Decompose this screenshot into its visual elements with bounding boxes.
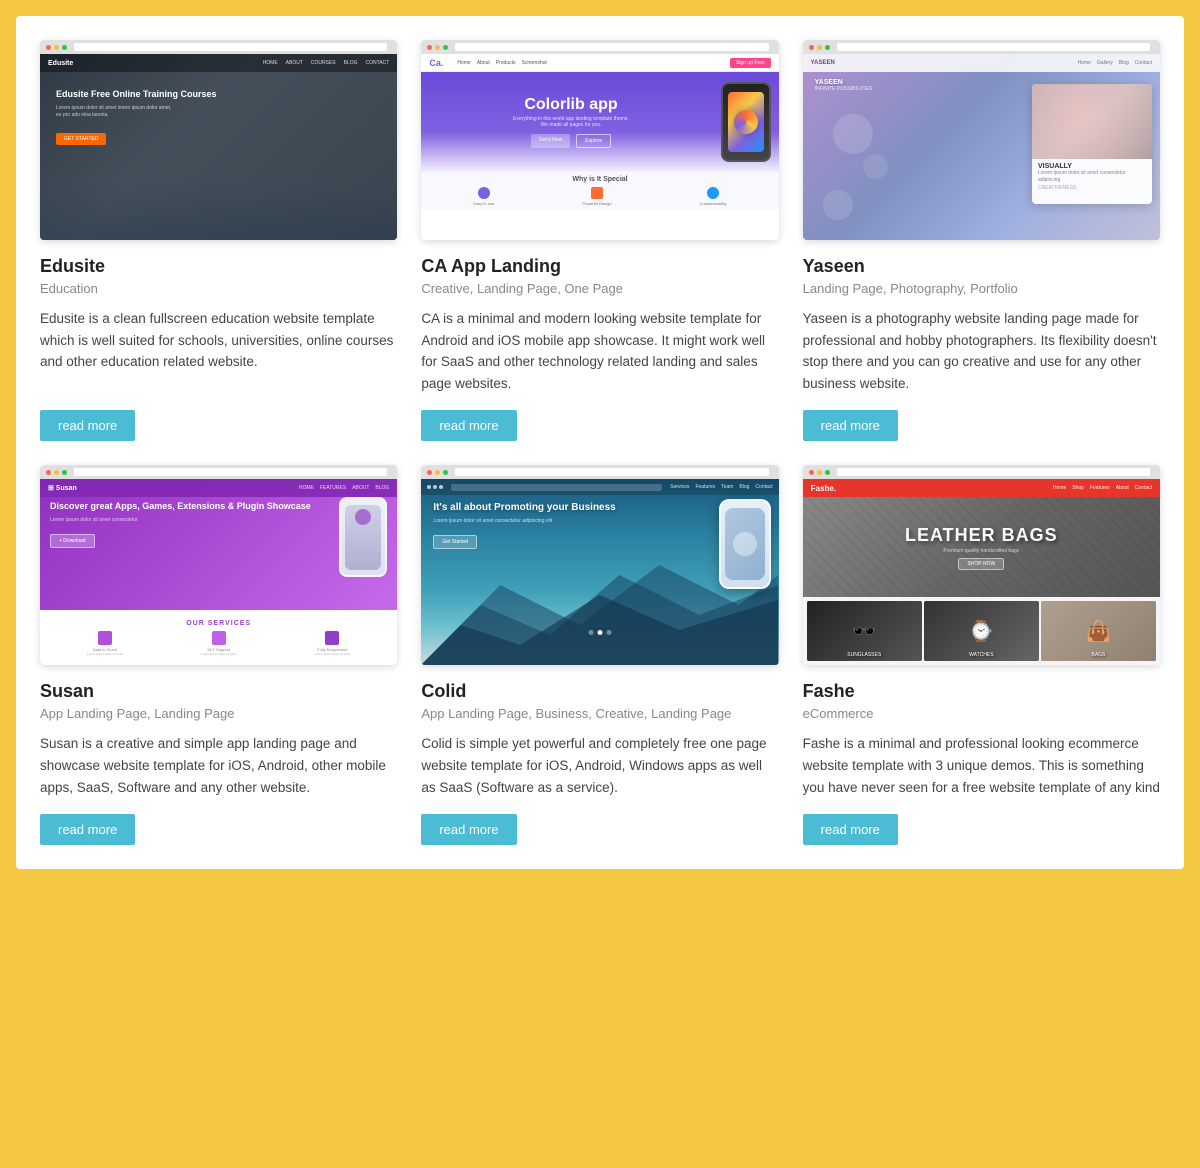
card-ca-app: Ca. Home About Products Screenshot Sign … xyxy=(421,40,778,441)
card-tags-ca: Creative, Landing Page, One Page xyxy=(421,281,778,296)
dot-yellow xyxy=(817,45,822,50)
browser-url xyxy=(74,468,387,476)
dot-green xyxy=(443,470,448,475)
fashe-screenshot: Fashe. Home Shop Features About Contact … xyxy=(803,479,1160,665)
browser-url xyxy=(455,468,768,476)
browser-url xyxy=(455,43,768,51)
browser-chrome-fashe xyxy=(803,465,1160,479)
browser-chrome-yaseen xyxy=(803,40,1160,54)
card-image-edusite: Edusite HOME ABOUT COURSES BLOG CONTACT … xyxy=(40,40,397,240)
ca-screenshot: Ca. Home About Products Screenshot Sign … xyxy=(421,54,778,240)
card-desc-fashe: Fashe is a minimal and professional look… xyxy=(803,733,1160,798)
browser-url xyxy=(837,468,1150,476)
yaseen-screenshot: YASEEN Home Gallery Blog Contact YASEEN … xyxy=(803,54,1160,240)
card-title-yaseen: Yaseen xyxy=(803,256,1160,277)
card-title-fashe: Fashe xyxy=(803,681,1160,702)
browser-chrome-susan xyxy=(40,465,397,479)
read-more-button-yaseen[interactable]: read more xyxy=(803,410,898,441)
card-image-colid: Services Features Team Blog Contact It's… xyxy=(421,465,778,665)
read-more-button-ca[interactable]: read more xyxy=(421,410,516,441)
card-desc-yaseen: Yaseen is a photography website landing … xyxy=(803,308,1160,394)
dot-green xyxy=(62,470,67,475)
card-colid: Services Features Team Blog Contact It's… xyxy=(421,465,778,845)
card-tags-colid: App Landing Page, Business, Creative, La… xyxy=(421,706,778,721)
card-title-susan: Susan xyxy=(40,681,397,702)
read-more-button-fashe[interactable]: read more xyxy=(803,814,898,845)
susan-screenshot: ⊞ Susan HOME FEATURES ABOUT BLOG Discove… xyxy=(40,479,397,665)
card-edusite: Edusite HOME ABOUT COURSES BLOG CONTACT … xyxy=(40,40,397,441)
dot-yellow xyxy=(54,470,59,475)
read-more-button-edusite[interactable]: read more xyxy=(40,410,135,441)
dot-red xyxy=(46,45,51,50)
card-desc-ca: CA is a minimal and modern looking websi… xyxy=(421,308,778,394)
dot-red xyxy=(427,470,432,475)
colid-screenshot: Services Features Team Blog Contact It's… xyxy=(421,479,778,665)
browser-url xyxy=(74,43,387,51)
dot-yellow xyxy=(435,470,440,475)
dot-green xyxy=(825,470,830,475)
card-tags-yaseen: Landing Page, Photography, Portfolio xyxy=(803,281,1160,296)
template-grid: Edusite HOME ABOUT COURSES BLOG CONTACT … xyxy=(16,16,1184,869)
card-title-colid: Colid xyxy=(421,681,778,702)
card-fashe: Fashe. Home Shop Features About Contact … xyxy=(803,465,1160,845)
read-more-button-susan[interactable]: read more xyxy=(40,814,135,845)
dot-red xyxy=(809,470,814,475)
card-image-susan: ⊞ Susan HOME FEATURES ABOUT BLOG Discove… xyxy=(40,465,397,665)
card-yaseen: YASEEN Home Gallery Blog Contact YASEEN … xyxy=(803,40,1160,441)
browser-chrome-edusite xyxy=(40,40,397,54)
card-tags-fashe: eCommerce xyxy=(803,706,1160,721)
dot-red xyxy=(809,45,814,50)
card-image-fashe: Fashe. Home Shop Features About Contact … xyxy=(803,465,1160,665)
dot-red xyxy=(46,470,51,475)
edusite-screenshot: Edusite HOME ABOUT COURSES BLOG CONTACT … xyxy=(40,54,397,240)
card-desc-edusite: Edusite is a clean fullscreen education … xyxy=(40,308,397,394)
dot-green xyxy=(443,45,448,50)
dot-green xyxy=(62,45,67,50)
dot-yellow xyxy=(54,45,59,50)
browser-url xyxy=(837,43,1150,51)
browser-chrome-colid xyxy=(421,465,778,479)
dot-yellow xyxy=(817,470,822,475)
read-more-button-colid[interactable]: read more xyxy=(421,814,516,845)
dot-green xyxy=(825,45,830,50)
card-desc-susan: Susan is a creative and simple app landi… xyxy=(40,733,397,798)
browser-chrome-ca xyxy=(421,40,778,54)
card-susan: ⊞ Susan HOME FEATURES ABOUT BLOG Discove… xyxy=(40,465,397,845)
card-title-edusite: Edusite xyxy=(40,256,397,277)
card-title-ca: CA App Landing xyxy=(421,256,778,277)
card-tags-edusite: Education xyxy=(40,281,397,296)
card-image-ca: Ca. Home About Products Screenshot Sign … xyxy=(421,40,778,240)
card-tags-susan: App Landing Page, Landing Page xyxy=(40,706,397,721)
dot-yellow xyxy=(435,45,440,50)
dot-red xyxy=(427,45,432,50)
card-desc-colid: Colid is simple yet powerful and complet… xyxy=(421,733,778,798)
card-image-yaseen: YASEEN Home Gallery Blog Contact YASEEN … xyxy=(803,40,1160,240)
